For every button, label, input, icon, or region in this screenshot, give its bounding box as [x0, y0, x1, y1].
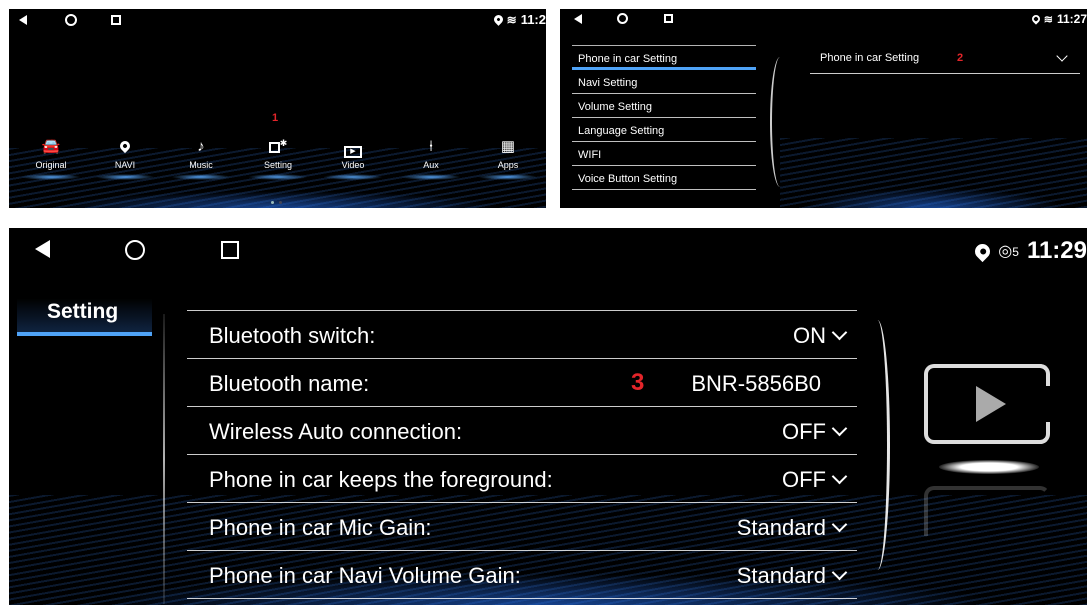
recents-icon[interactable]	[221, 241, 239, 259]
app-original[interactable]: 🚘 Original	[21, 137, 81, 180]
back-icon[interactable]	[35, 240, 50, 258]
menu-item-wifi[interactable]: WIFI	[572, 142, 756, 166]
app-label: Aux	[423, 160, 439, 170]
wifi-icon: ≋	[1043, 13, 1053, 26]
music-note-icon: ♪	[197, 138, 205, 155]
car-icon: 🚘	[41, 138, 61, 155]
setting-label: Wireless Auto connection:	[209, 419, 463, 444]
menu-item-voice-button[interactable]: Voice Button Setting	[572, 166, 756, 190]
app-label: NAVI	[114, 160, 136, 170]
wifi-icon: ≋	[506, 12, 517, 27]
side-tab-label: Setting	[47, 300, 119, 323]
app-label: Setting	[263, 160, 293, 170]
chevron-down-icon	[831, 516, 848, 533]
chevron-down-icon	[831, 324, 848, 341]
detail-dropdown[interactable]: Phone in car Setting 2	[810, 49, 1080, 74]
wave-background	[780, 138, 1087, 208]
setting-row-wireless-auto-connection[interactable]: Wireless Auto connection: OFF	[187, 407, 857, 455]
setting-value: Standard	[736, 515, 826, 540]
app-setting[interactable]: ✱ Setting	[248, 137, 308, 180]
app-aux[interactable]: ⍿ Aux	[401, 137, 461, 180]
status-bar-right: ◎5 11:29	[972, 237, 1087, 265]
phone-in-car-settings-panel: ◎5 11:29 Setting Bluetooth switch: ON Bl…	[9, 228, 1087, 605]
aux-plug-icon: ⍿	[429, 138, 433, 155]
setting-value-dropdown[interactable]: Standard	[736, 563, 848, 589]
chevron-down-icon	[831, 468, 848, 485]
home-icon[interactable]	[125, 240, 145, 260]
menu-scroll-arc	[770, 57, 790, 187]
back-icon[interactable]	[19, 15, 27, 25]
setting-row-bluetooth-switch[interactable]: Bluetooth switch: ON	[187, 311, 857, 359]
app-navi[interactable]: NAVI	[95, 137, 155, 180]
page-indicator	[271, 201, 282, 204]
setting-value: OFF	[782, 419, 826, 444]
sidebar-divider	[163, 314, 165, 604]
settings-icon: ✱	[248, 137, 308, 157]
menu-item-language[interactable]: Language Setting	[572, 118, 756, 142]
status-bar-right: ≋ 11:27	[1030, 12, 1087, 26]
carplay-play-icon[interactable]	[924, 364, 1050, 444]
menu-item-volume[interactable]: Volume Setting	[572, 94, 756, 118]
step-marker-3: 3	[631, 369, 645, 396]
app-label: Original	[35, 160, 67, 170]
location-icon	[1030, 13, 1042, 25]
chevron-down-icon	[831, 420, 848, 437]
detail-title: Phone in car Setting	[820, 52, 920, 64]
app-label: Video	[341, 160, 365, 170]
settings-menu-panel: ≋ 11:27 Phone in car Setting Navi Settin…	[560, 9, 1087, 208]
page-dot	[279, 201, 282, 204]
setting-label: Phone in car Navi Volume Gain:	[209, 563, 521, 588]
setting-value-dropdown[interactable]: ON	[793, 323, 848, 349]
step-marker-2: 2	[957, 52, 964, 64]
recents-icon[interactable]	[664, 14, 673, 23]
menu-item-navi[interactable]: Navi Setting	[572, 70, 756, 94]
setting-row-mic-gain[interactable]: Phone in car Mic Gain: Standard	[187, 503, 857, 551]
step-marker-1: 1	[272, 112, 279, 124]
setting-value-dropdown[interactable]: OFF	[782, 467, 848, 493]
menu-item-phone-in-car[interactable]: Phone in car Setting	[572, 46, 756, 70]
setting-value-dropdown[interactable]: OFF	[782, 419, 848, 445]
apps-grid-icon: ▦	[500, 138, 516, 155]
setting-value-dropdown[interactable]: Standard	[736, 515, 848, 541]
back-icon[interactable]	[574, 14, 582, 24]
app-label: Apps	[497, 160, 519, 170]
carplay-icon-shadow	[939, 460, 1039, 474]
location-pin-icon	[95, 137, 155, 157]
video-play-icon: ▶	[323, 137, 383, 158]
app-apps[interactable]: ▦ Apps	[478, 137, 538, 180]
location-icon	[491, 13, 505, 26]
home-screen-panel: ≋ 11:2 1 🚘 Original NAVI ♪ Music ✱ Setti…	[9, 9, 546, 208]
side-tab-setting[interactable]: Setting	[17, 298, 152, 336]
page-dot-active	[271, 201, 274, 204]
setting-label: Phone in car keeps the foreground:	[209, 467, 553, 492]
status-time: 11:27	[1056, 12, 1087, 26]
setting-label: Bluetooth name:	[209, 371, 370, 396]
wifi-icon: ◎5	[998, 243, 1019, 260]
setting-label: Phone in car Mic Gain:	[209, 515, 432, 540]
app-video[interactable]: ▶ Video	[323, 137, 383, 180]
setting-row-keeps-foreground[interactable]: Phone in car keeps the foreground: OFF	[187, 455, 857, 503]
list-scroll-arc	[865, 320, 890, 570]
settings-menu: Phone in car Setting Navi Setting Volume…	[572, 45, 756, 190]
chevron-down-icon	[1056, 50, 1068, 62]
home-icon[interactable]	[617, 13, 628, 24]
carplay-icon-reflection	[924, 486, 1050, 536]
status-time: 11:29	[1026, 237, 1087, 264]
location-icon	[972, 240, 994, 262]
setting-value: Standard	[736, 563, 826, 588]
wifi-badge: 5	[1012, 245, 1019, 259]
setting-label: Bluetooth switch:	[209, 323, 376, 348]
status-bar-right: ≋ 11:2	[491, 12, 546, 27]
setting-row-bluetooth-name[interactable]: Bluetooth name: 3 BNR-5856B0	[187, 359, 857, 407]
setting-value: BNR-5856B0	[691, 371, 821, 396]
setting-row-navi-volume-gain[interactable]: Phone in car Navi Volume Gain: Standard	[187, 551, 857, 599]
chevron-down-icon	[831, 564, 848, 581]
home-icon[interactable]	[65, 14, 77, 26]
setting-value: ON	[793, 323, 826, 348]
app-label: Music	[189, 160, 213, 170]
setting-value: OFF	[782, 467, 826, 492]
recents-icon[interactable]	[111, 15, 121, 25]
status-time: 11:2	[520, 12, 546, 27]
app-music[interactable]: ♪ Music	[171, 137, 231, 180]
